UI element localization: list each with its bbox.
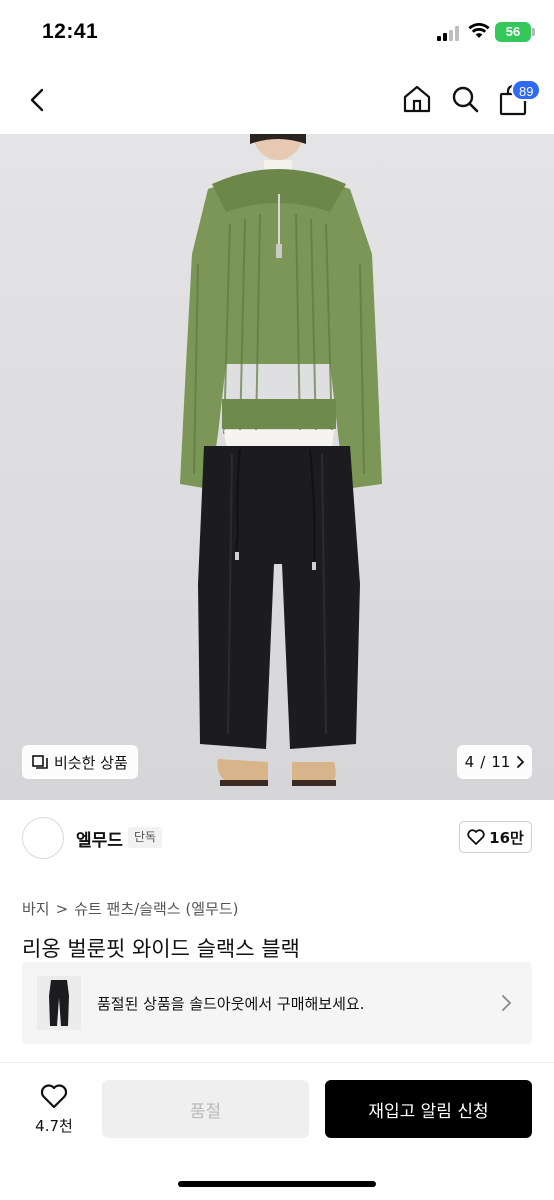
search-icon[interactable]	[450, 84, 480, 114]
bottom-action-bar: 4.7천 품절 재입고 알림 신청	[0, 1062, 554, 1200]
brand-like-button[interactable]: 16만	[459, 821, 532, 853]
similar-products-label: 비슷한 상품	[54, 753, 128, 772]
product-thumbnail	[37, 976, 81, 1030]
model-photo	[180, 134, 382, 786]
page-current: 4	[464, 753, 475, 771]
product-title: 리옹 벌룬핏 와이드 슬랙스 블랙	[22, 937, 300, 961]
brand-logo[interactable]	[22, 817, 64, 859]
battery-indicator: 56	[495, 22, 531, 42]
top-navigation	[0, 66, 554, 134]
similar-products-button[interactable]: 비슷한 상품	[22, 745, 138, 779]
battery-cap	[532, 28, 535, 36]
product-image[interactable]	[0, 134, 554, 800]
page-separator: /	[480, 753, 486, 771]
soldout-banner-text: 품절된 상품을 솔드아웃에서 구매해보세요.	[97, 995, 365, 1013]
breadcrumb-subcategory[interactable]: 슈트 팬츠/슬랙스 (엘무드)	[74, 898, 238, 919]
back-arrow-icon[interactable]	[26, 86, 50, 114]
cart-count-badge: 89	[511, 79, 542, 101]
breadcrumb-category[interactable]: 바지	[22, 898, 50, 919]
exclusive-badge: 단독	[128, 827, 163, 848]
soldout-banner[interactable]: 품절된 상품을 솔드아웃에서 구매해보세요.	[22, 962, 532, 1044]
page-total: 11	[491, 753, 511, 771]
heart-outline-icon	[467, 829, 485, 845]
breadcrumb-separator: >	[55, 899, 69, 918]
status-time: 12:41	[42, 20, 99, 43]
home-icon[interactable]	[402, 84, 432, 114]
brand-row: 엘무드 단독 16만	[0, 800, 554, 876]
home-indicator	[178, 1181, 376, 1187]
wishlist-count: 4.7천	[35, 1117, 73, 1135]
soldout-button: 품절	[102, 1080, 309, 1138]
similar-items-icon	[32, 755, 48, 769]
brand-like-count: 16만	[489, 828, 524, 847]
chevron-right-icon	[517, 756, 525, 768]
wishlist-heart-icon[interactable]	[40, 1083, 68, 1109]
breadcrumb: 바지 > 슈트 팬츠/슬랙스 (엘무드)	[22, 898, 238, 919]
image-page-indicator[interactable]: 4 / 11	[457, 745, 532, 779]
status-bar: 12:41 56	[0, 0, 554, 66]
wifi-icon	[468, 23, 490, 38]
cellular-signal-icon	[437, 25, 461, 41]
brand-name[interactable]: 엘무드	[76, 826, 123, 851]
restock-alert-button[interactable]: 재입고 알림 신청	[325, 1080, 532, 1138]
chevron-right-icon	[502, 995, 512, 1011]
